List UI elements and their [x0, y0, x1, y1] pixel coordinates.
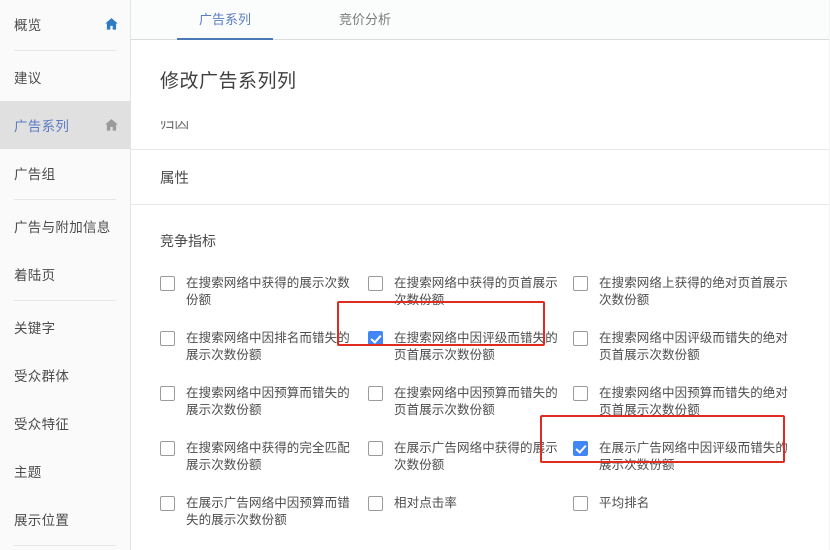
metric-checkbox-cell[interactable]: 在展示广告网络中因评级而错失的展示次数份额: [564, 434, 804, 480]
tab-label: 竞价分析: [339, 12, 392, 27]
sidebar-item-4[interactable]: 广告与附加信息: [0, 202, 130, 250]
home-icon: [105, 18, 118, 30]
metrics-row: 在搜索网络中因排名而错失的展示次数份额 在搜索网络中因评级而错失的页首展示次数份额…: [151, 324, 830, 379]
home-icon[interactable]: [103, 117, 120, 133]
metric-label: 在搜索网络上获得的绝对页首展示次数份额: [599, 276, 789, 307]
metric-label: 相对点击率: [394, 496, 458, 510]
metric-label: 在搜索网络中因评级而错失的绝对页首展示次数份额: [599, 331, 789, 362]
tab-bar: 广告系列 竞价分析: [131, 0, 830, 41]
metric-checkbox-cell[interactable]: 在搜索网络中获得的页首展示次数份额: [359, 269, 564, 315]
sidebar-item-3[interactable]: 广告组: [0, 149, 130, 197]
checkbox-unchecked[interactable]: [573, 386, 588, 401]
home-icon[interactable]: [103, 16, 120, 32]
checkbox-checked[interactable]: [573, 441, 588, 456]
sidebar-divider: [14, 545, 116, 546]
sidebar-item-label: 广告与附加信息: [14, 220, 111, 235]
checkbox-unchecked[interactable]: [160, 496, 175, 511]
sidebar-item-label: 受众群体: [14, 369, 70, 384]
main-content: 广告系列 竞价分析 修改广告系列列 归因 属性 竞争指标 在搜索网络中获得的展示次…: [131, 0, 830, 550]
metric-label: 在搜索网络中获得的页首展示次数份额: [394, 276, 558, 307]
metric-label: 在搜索网络中获得的完全匹配展示次数份额: [186, 441, 350, 472]
section-attribution-label: 归因: [160, 121, 189, 132]
checkbox-unchecked[interactable]: [573, 331, 588, 346]
sidebar-divider: [14, 199, 116, 200]
metrics-row: 在搜索网络中因预算而错失的展示次数份额 在搜索网络中因预算而错失的页首展示次数份额…: [151, 379, 830, 434]
sidebar-item-label: 建议: [14, 71, 42, 86]
metric-label: 在搜索网络中因预算而错失的页首展示次数份额: [394, 386, 558, 417]
sidebar-item-6[interactable]: 关键字: [0, 303, 130, 351]
metrics-row: 在展示广告网络中因预算而错失的展示次数份额 相对点击率 平均排名: [151, 489, 830, 544]
sidebar-item-2[interactable]: 广告系列: [0, 101, 130, 149]
checkbox-unchecked[interactable]: [573, 276, 588, 291]
tab-0[interactable]: 广告系列: [177, 0, 274, 41]
metric-checkbox-cell[interactable]: 在展示广告网络中获得的展示次数份额: [359, 434, 564, 480]
metric-label: 在搜索网络中因预算而错失的绝对页首展示次数份额: [599, 386, 789, 417]
metric-checkbox-cell[interactable]: 在搜索网络中获得的完全匹配展示次数份额: [151, 434, 359, 480]
checkbox-unchecked[interactable]: [368, 441, 383, 456]
sidebar-item-9[interactable]: 主题: [0, 447, 130, 495]
sidebar-item-label: 关键字: [14, 321, 56, 336]
metric-label: 在搜索网络中因预算而错失的展示次数份额: [186, 386, 350, 417]
metric-checkbox-cell[interactable]: 在搜索网络中因评级而错失的页首展示次数份额: [359, 324, 564, 370]
checkbox-unchecked[interactable]: [368, 386, 383, 401]
metric-checkbox-cell[interactable]: 相对点击率: [359, 489, 564, 518]
checkbox-unchecked[interactable]: [160, 331, 175, 346]
metrics-row: 在搜索网络中获得的完全匹配展示次数份额 在展示广告网络中获得的展示次数份额 在展示广…: [151, 434, 830, 489]
sidebar-item-label: 展示位置: [14, 513, 70, 528]
checkbox-checked[interactable]: [368, 331, 383, 346]
metric-label: 在展示广告网络中获得的展示次数份额: [394, 441, 558, 472]
sidebar-item-8[interactable]: 受众特征: [0, 399, 130, 447]
checkbox-unchecked[interactable]: [368, 496, 383, 511]
sidebar-item-10[interactable]: 展示位置: [0, 495, 130, 543]
metric-label: 在搜索网络中获得的展示次数份额: [186, 276, 350, 307]
checkbox-unchecked[interactable]: [368, 276, 383, 291]
metric-checkbox-cell[interactable]: 在搜索网络中因评级而错失的绝对页首展示次数份额: [564, 324, 804, 370]
sidebar-item-label: 概览: [14, 18, 42, 33]
sidebar-item-1[interactable]: 建议: [0, 53, 130, 101]
app-root: 概览建议广告系列广告组广告与附加信息着陆页关键字受众群体受众特征主题展示位置设置…: [0, 0, 830, 550]
sidebar-divider: [14, 300, 116, 301]
metric-label: 在展示广告网络中因预算而错失的展示次数份额: [186, 496, 350, 527]
sidebar-item-7[interactable]: 受众群体: [0, 351, 130, 399]
metric-checkbox-cell[interactable]: 在展示广告网络中因预算而错失的展示次数份额: [151, 489, 359, 535]
sidebar-item-5[interactable]: 着陆页: [0, 250, 130, 298]
checkbox-unchecked[interactable]: [160, 386, 175, 401]
metric-checkbox-cell[interactable]: 在搜索网络中因排名而错失的展示次数份额: [151, 324, 359, 370]
section-properties[interactable]: 属性: [131, 149, 830, 205]
tab-1[interactable]: 竞价分析: [317, 0, 413, 40]
metric-checkbox-cell[interactable]: 在搜索网络中获得的展示次数份额: [151, 269, 359, 315]
checkbox-unchecked[interactable]: [160, 276, 175, 291]
section-properties-label: 属性: [160, 170, 189, 187]
sidebar-item-label: 着陆页: [14, 268, 56, 283]
section-attribution[interactable]: 归因: [131, 121, 830, 139]
metrics-checkbox-grid: 在搜索网络中获得的展示次数份额 在搜索网络中获得的页首展示次数份额 在搜索网络上获得…: [131, 251, 830, 544]
checkbox-unchecked[interactable]: [160, 441, 175, 456]
metric-label: 在搜索网络中因评级而错失的页首展示次数份额: [394, 331, 558, 362]
checkbox-unchecked[interactable]: [573, 496, 588, 511]
metric-label: 在展示广告网络中因评级而错失的展示次数份额: [599, 441, 789, 472]
metric-checkbox-cell[interactable]: 在搜索网络上获得的绝对页首展示次数份额: [564, 269, 804, 315]
home-icon: [105, 119, 118, 131]
metric-checkbox-cell[interactable]: 在搜索网络中因预算而错失的展示次数份额: [151, 379, 359, 425]
metric-label: 平均排名: [599, 496, 650, 510]
metric-label: 在搜索网络中因排名而错失的展示次数份额: [186, 331, 350, 362]
metric-checkbox-cell[interactable]: 在搜索网络中因预算而错失的绝对页首展示次数份额: [564, 379, 804, 425]
metric-checkbox-cell[interactable]: 在搜索网络中因预算而错失的页首展示次数份额: [359, 379, 564, 425]
section-metrics-header: 竞争指标: [131, 205, 830, 251]
edit-columns-panel: 修改广告系列列 归因 属性 竞争指标 在搜索网络中获得的展示次数份额 在搜索网络中…: [131, 40, 830, 550]
sidebar-divider: [14, 50, 116, 51]
section-metrics-label: 竞争指标: [160, 233, 216, 249]
sidebar-item-label: 广告系列: [14, 119, 70, 134]
sidebar-item-label: 广告组: [14, 167, 56, 182]
metric-checkbox-cell[interactable]: 平均排名: [564, 489, 804, 518]
sidebar-item-label: 受众特征: [14, 417, 70, 432]
sidebar: 概览建议广告系列广告组广告与附加信息着陆页关键字受众群体受众特征主题展示位置设置: [0, 0, 131, 550]
sidebar-item-0[interactable]: 概览: [0, 0, 130, 48]
page-title: 修改广告系列列: [160, 71, 297, 92]
sidebar-item-label: 主题: [14, 465, 42, 480]
tab-label: 广告系列: [199, 12, 252, 27]
metrics-row: 在搜索网络中获得的展示次数份额 在搜索网络中获得的页首展示次数份额 在搜索网络上获得…: [151, 269, 830, 324]
